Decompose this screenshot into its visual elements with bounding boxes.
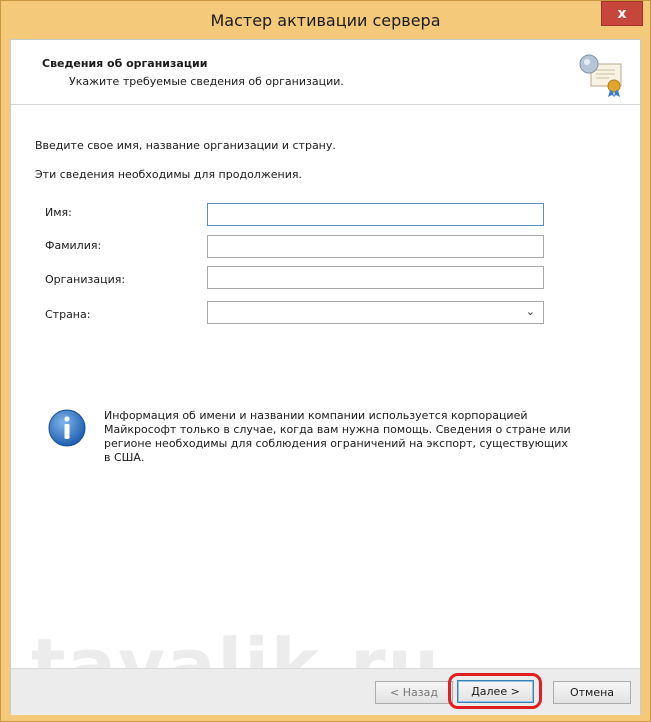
country-label: Страна: <box>45 308 91 321</box>
info-icon <box>48 409 86 447</box>
wizard-content: Сведения об организации Укажите требуемы… <box>10 39 641 715</box>
page-subtitle: Укажите требуемые сведения об организаци… <box>69 75 344 88</box>
certificate-icon <box>579 54 622 97</box>
activation-wizard-window: Мастер активации сервера x Сведения об о… <box>0 0 651 722</box>
first-name-field[interactable] <box>207 203 544 226</box>
cancel-button[interactable]: Отмена <box>553 681 631 704</box>
window-title: Мастер активации сервера <box>210 11 441 30</box>
organization-field[interactable] <box>207 266 544 289</box>
back-button[interactable]: < Назад <box>375 681 453 704</box>
organization-label: Организация: <box>45 273 126 286</box>
wizard-header: Сведения об организации Укажите требуемы… <box>11 40 640 105</box>
title-bar[interactable]: Мастер активации сервера x <box>1 1 650 39</box>
wizard-footer: < Назад Далее > Отмена <box>11 668 640 715</box>
chevron-down-icon[interactable]: ⌄ <box>526 305 535 318</box>
info-message: Информация об имени и названии компании … <box>104 409 571 464</box>
country-select[interactable]: ⌄ <box>207 301 544 324</box>
page-title: Сведения об организации <box>42 57 208 70</box>
close-button[interactable]: x <box>601 1 643 26</box>
first-name-label: Имя: <box>45 206 72 219</box>
intro-text: Введите свое имя, название организации и… <box>35 139 336 152</box>
intro-note: Эти сведения необходимы для продолжения. <box>35 168 302 181</box>
last-name-field[interactable] <box>207 235 544 258</box>
last-name-label: Фамилия: <box>45 239 102 252</box>
next-button[interactable]: Далее > <box>457 680 534 703</box>
